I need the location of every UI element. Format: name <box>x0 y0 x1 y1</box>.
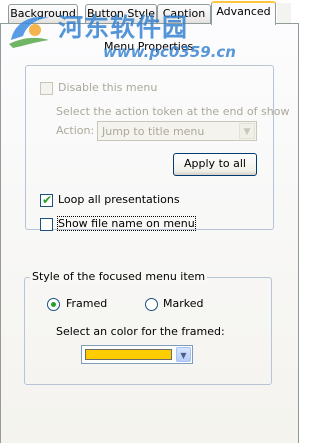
tab-advanced[interactable]: Advanced <box>211 1 276 25</box>
frame-color-swatch <box>85 349 172 360</box>
apply-to-all-label: Apply to all <box>184 157 246 170</box>
action-label: Action: <box>56 124 95 137</box>
advanced-panel: Menu Properties Disable this menu Select… <box>0 23 299 443</box>
show-file-name-checkbox[interactable] <box>40 218 53 231</box>
tab-strip-shadow <box>277 3 291 25</box>
loop-all-checkbox[interactable]: ✔ <box>40 193 53 207</box>
disable-menu-label: Disable this menu <box>58 81 158 94</box>
action-hint-text: Select the action token at the end of sh… <box>56 105 290 118</box>
action-dropdown-value: Jump to title menu <box>102 125 205 138</box>
checkmark-icon: ✔ <box>42 193 53 207</box>
apply-to-all-button[interactable]: Apply to all <box>173 153 257 176</box>
chevron-down-icon: ▼ <box>239 123 255 139</box>
framed-radio[interactable] <box>47 298 60 311</box>
focused-style-title: Style of the focused menu item <box>30 270 208 283</box>
framed-label: Framed <box>66 297 108 310</box>
radio-selected-dot <box>51 302 56 307</box>
watermark-text: 河东软件园 <box>58 13 189 42</box>
frame-color-dropdown[interactable]: ▼ <box>81 345 193 364</box>
tab-advanced-label: Advanced <box>216 5 271 18</box>
action-dropdown[interactable]: Jump to title menu ▼ <box>97 121 257 141</box>
watermark-logo <box>9 16 49 48</box>
marked-label: Marked <box>163 297 204 310</box>
loop-all-label: Loop all presentations <box>58 193 180 206</box>
show-file-name-label: Show file name on menu <box>57 216 196 231</box>
disable-menu-checkbox[interactable] <box>40 82 53 95</box>
color-prompt-text: Select an color for the framed: <box>56 325 225 338</box>
marked-radio[interactable] <box>145 298 158 311</box>
watermark-url: www.pc0359.cn <box>103 43 236 61</box>
chevron-down-icon: ▼ <box>176 347 191 362</box>
